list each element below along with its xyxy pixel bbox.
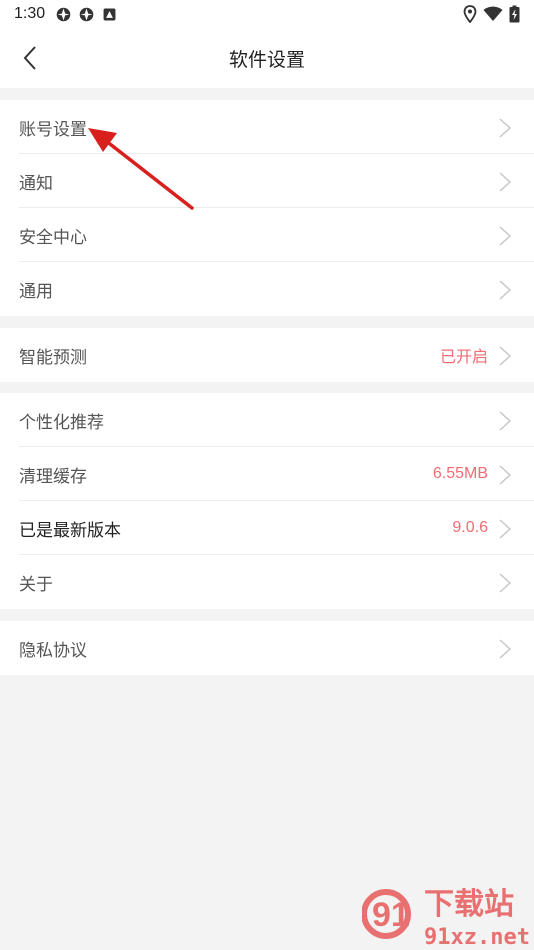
settings-item-personalized-recommendation[interactable]: 个性化推荐 (0, 393, 534, 447)
chevron-right-icon (499, 226, 512, 246)
settings-item-label: 已是最新版本 (19, 520, 121, 541)
chevron-right-icon (499, 573, 512, 593)
settings-group-prediction: 智能预测 已开启 (0, 328, 534, 382)
settings-item-label: 通用 (19, 281, 53, 302)
settings-item-label: 关于 (19, 574, 53, 595)
chevron-right-icon (499, 346, 512, 366)
chevron-right-icon (499, 465, 512, 485)
battery-icon (509, 5, 520, 23)
svg-text:91: 91 (372, 896, 410, 934)
watermark-text-url: 91xz.net (424, 925, 530, 950)
settings-item-label: 账号设置 (19, 119, 87, 140)
settings-item-label: 智能预测 (19, 347, 87, 368)
settings-item-value: 已开启 (439, 349, 488, 366)
settings-item-label: 通知 (19, 173, 53, 194)
chevron-right-icon (499, 280, 512, 300)
settings-item-general[interactable]: 通用 (0, 262, 534, 316)
page-title: 软件设置 (228, 49, 305, 71)
chevron-right-icon (499, 639, 512, 659)
settings-item-label: 隐私协议 (19, 640, 87, 661)
notification-icon (103, 8, 116, 20)
settings-item-value: 9.0.6 (452, 519, 488, 536)
status-time: 1:30 (14, 5, 46, 22)
settings-item-version[interactable]: 已是最新版本 9.0.6 (0, 501, 534, 555)
watermark-logo: 91 下载站 91xz.net (362, 887, 530, 950)
settings-item-privacy-policy[interactable]: 隐私协议 (0, 621, 534, 675)
wifi-icon (483, 6, 503, 21)
watermark-text-cn: 下载站 (424, 887, 514, 922)
settings-item-notifications[interactable]: 通知 (0, 154, 534, 208)
chevron-right-icon (499, 172, 512, 192)
settings-item-security[interactable]: 安全中心 (0, 208, 534, 262)
app-icon (56, 7, 71, 21)
settings-item-label: 清理缓存 (19, 466, 87, 487)
settings-item-clear-cache[interactable]: 清理缓存 6.55MB (0, 447, 534, 501)
location-icon (463, 5, 477, 23)
settings-item-smart-prediction[interactable]: 智能预测 已开启 (0, 328, 534, 382)
chevron-right-icon (499, 519, 512, 539)
app-icon (79, 7, 94, 21)
chevron-right-icon (499, 118, 512, 138)
settings-item-value: 6.55MB (432, 465, 488, 482)
settings-item-label: 个性化推荐 (19, 412, 104, 433)
app-header: 软件设置 (0, 28, 534, 88)
settings-group-account: 账号设置 通知 安全中心 通用 (0, 100, 534, 316)
status-bar: 1:30 (0, 0, 534, 28)
chevron-right-icon (499, 411, 512, 431)
settings-group-privacy: 隐私协议 (0, 621, 534, 675)
settings-item-account[interactable]: 账号设置 (0, 100, 534, 154)
settings-group-misc: 个性化推荐 清理缓存 6.55MB 已是最新版本 9.0.6 关于 (0, 393, 534, 609)
settings-item-about[interactable]: 关于 (0, 555, 534, 609)
settings-item-label: 安全中心 (19, 227, 87, 248)
